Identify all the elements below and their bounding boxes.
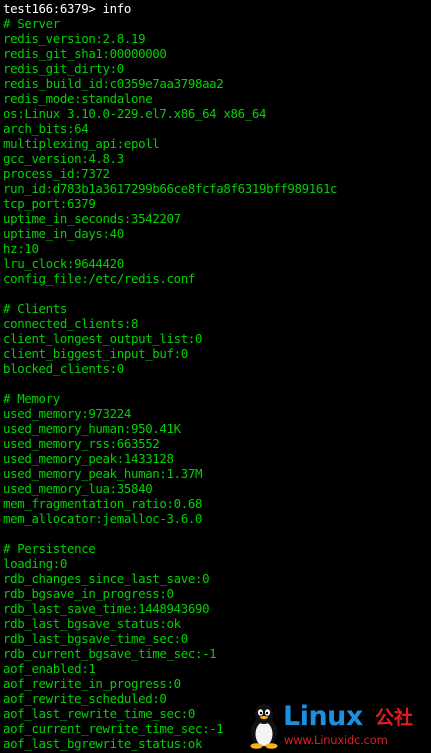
section-header-line: # Server (3, 16, 60, 31)
info-field-line: gcc_version:4.8.3 (3, 151, 124, 166)
info-field-line: tcp_port:6379 (3, 196, 96, 211)
info-field-line: aof_enabled:1 (3, 661, 96, 676)
info-field-line: os:Linux 3.10.0-229.el7.x86_64 x86_64 (3, 106, 267, 121)
info-field-line: rdb_last_save_time:1448943690 (3, 601, 210, 616)
info-field-line: rdb_last_bgsave_status:ok (3, 616, 181, 631)
info-field-line: redis_version:2.8.19 (3, 31, 146, 46)
info-field-line: redis_mode:standalone (3, 91, 153, 106)
info-field-line: used_memory_rss:663552 (3, 436, 160, 451)
info-field-line: blocked_clients:0 (3, 361, 124, 376)
command-prompt-line: test166:6379> info (3, 1, 131, 16)
info-field-line: arch_bits:64 (3, 121, 89, 136)
terminal-window[interactable]: test166:6379> info # Server redis_version… (0, 0, 431, 753)
section-header-line: # Clients (3, 301, 67, 316)
info-field-line: hz:10 (3, 241, 39, 256)
info-field-line: lru_clock:9644420 (3, 256, 124, 271)
info-field-line: client_biggest_input_buf:0 (3, 346, 188, 361)
info-field-line: loading:0 (3, 556, 67, 571)
info-field-line: used_memory_peak_human:1.37M (3, 466, 203, 481)
info-field-line: rdb_changes_since_last_save:0 (3, 571, 210, 586)
info-field-line: redis_git_sha1:00000000 (3, 46, 167, 61)
info-field-line: used_memory_lua:35840 (3, 481, 153, 496)
tux-penguin-icon (250, 704, 278, 749)
info-field-line: mem_fragmentation_ratio:0.68 (3, 496, 203, 511)
info-field-line: mem_allocator:jemalloc-3.6.0 (3, 511, 203, 526)
info-field-line: redis_git_dirty:0 (3, 61, 124, 76)
info-field-line: connected_clients:8 (3, 316, 139, 331)
info-field-line: aof_rewrite_in_progress:0 (3, 676, 181, 691)
info-field-line: uptime_in_days:40 (3, 226, 124, 241)
terminal-output: test166:6379> info # Server redis_version… (3, 1, 338, 751)
info-field-line: used_memory:973224 (3, 406, 131, 421)
info-field-line: used_memory_peak:1433128 (3, 451, 174, 466)
info-field-line: client_longest_output_list:0 (3, 331, 203, 346)
info-field-line: redis_build_id:c0359e7aa3798aa2 (3, 76, 224, 91)
section-header-line: # Persistence (3, 541, 96, 556)
watermark-cjk-text: 公社 (375, 707, 414, 729)
info-field-line: used_memory_human:950.41K (3, 421, 181, 436)
info-field-line: process_id:7372 (3, 166, 110, 181)
linuxidc-watermark: Linux 公社 www.Linuxidc.com (247, 701, 425, 749)
info-field-line: multiplexing_api:epoll (3, 136, 160, 151)
info-field-line: rdb_bgsave_in_progress:0 (3, 586, 174, 601)
section-header-line: # Memory (3, 391, 60, 406)
info-field-line: uptime_in_seconds:3542207 (3, 211, 181, 226)
info-field-line: run_id:d783b1a3617299b66ce8fcfa8f6319bff… (3, 181, 338, 196)
watermark-url: www.Linuxidc.com (284, 733, 388, 747)
watermark-linux-text: Linux (283, 701, 363, 732)
info-field-line: config_file:/etc/redis.conf (3, 271, 195, 286)
info-field-line: rdb_last_bgsave_time_sec:0 (3, 631, 188, 646)
info-field-line: rdb_current_bgsave_time_sec:-1 (3, 646, 217, 661)
